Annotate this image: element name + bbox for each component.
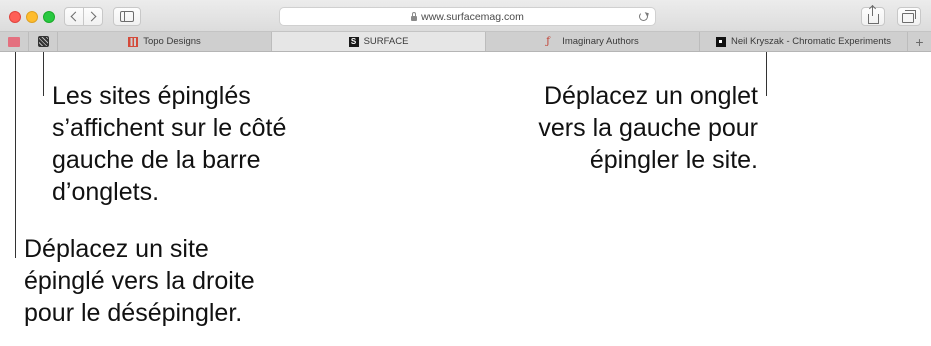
callout-line: d’onglets. [52,178,160,206]
share-button[interactable] [861,5,885,26]
callout-leader-drag [766,52,767,96]
pinned-tab-2[interactable] [29,32,58,51]
safari-window: www.surfacemag.com Topo Designs S SURFAC… [0,0,931,52]
callout-line: épinglé vers la droite [24,267,255,295]
address-bar[interactable]: www.surfacemag.com [279,7,656,26]
callout-line: épingler le site. [589,146,758,174]
forward-button[interactable] [83,7,103,26]
surface-favicon-icon: S [348,36,359,47]
neil-kryszak-favicon-icon [716,36,727,47]
new-tab-button[interactable]: + [908,32,931,51]
callout-leader-pinned [43,52,44,96]
tab-bar: Topo Designs S SURFACE ƒ Imaginary Autho… [0,32,931,52]
tab-label: Neil Kryszak - Chromatic Experiments [731,36,891,47]
imaginary-authors-favicon-icon: ƒ [546,35,550,47]
tab-imaginary-authors[interactable]: ƒ Imaginary Authors [486,32,700,51]
callout-line: Déplacez un site [24,235,209,263]
back-button[interactable] [64,7,84,26]
callout-leader-unpin [15,52,16,258]
tab-label: SURFACE [363,36,409,47]
tab-neil-kryszak[interactable]: Neil Kryszak - Chromatic Experiments [700,32,908,51]
tab-overview-button[interactable] [897,7,921,26]
tab-overview-icon [901,10,916,23]
tab-surface[interactable]: S SURFACE [272,32,486,51]
tab-label: Imaginary Authors [562,36,639,47]
callout-line: gauche de la barre [52,146,261,174]
toolbar: www.surfacemag.com [0,0,931,32]
callout-drag-to-pin: Déplacez un onglet vers la gauche pour é… [470,80,758,176]
callout-line: Déplacez un onglet [543,82,758,110]
callout-line: s’affichent sur le côté [52,114,287,142]
callout-line: pour le désépingler. [24,299,243,327]
url-text: www.surfacemag.com [421,10,524,23]
sidebar-icon [120,11,134,22]
tab-label: Topo Designs [143,36,201,47]
close-button[interactable] [9,11,21,23]
callout-pinned-sites: Les sites épinglés s’affichent sur le cô… [52,80,372,208]
callout-line: Les sites épinglés [52,82,251,110]
share-icon [867,5,879,24]
lock-icon [411,11,418,21]
callout-drag-to-unpin: Déplacez un site épinglé vers la droite … [24,233,344,329]
pinned-tab-1[interactable] [0,32,29,51]
chevron-left-icon [70,11,81,22]
tab-topo-designs[interactable]: Topo Designs [58,32,272,51]
reload-icon[interactable] [639,12,648,21]
sidebar-button[interactable] [113,7,141,26]
pinned-site-favicon-icon [37,36,49,47]
callout-line: vers la gauche pour [538,114,758,142]
minimize-button[interactable] [26,11,38,23]
pinned-site-favicon-icon [8,36,20,47]
topo-favicon-icon [128,36,139,47]
chevron-right-icon [86,11,97,22]
zoom-button[interactable] [43,11,55,23]
